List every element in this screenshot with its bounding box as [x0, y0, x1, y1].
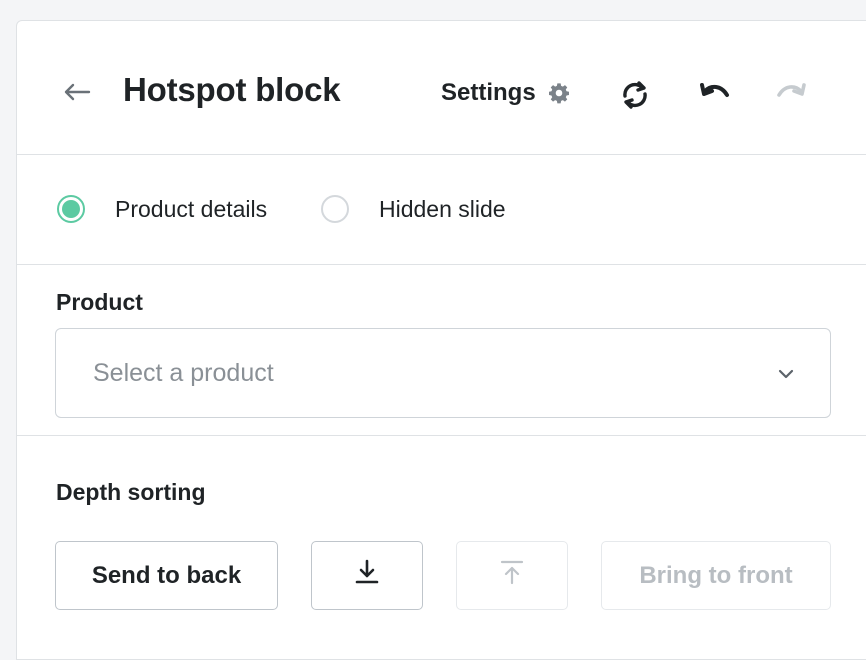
send-to-back-button[interactable]: Send to back — [55, 541, 278, 610]
refresh-icon[interactable] — [617, 77, 653, 113]
send-to-back-label: Send to back — [91, 561, 242, 589]
bring-forward-button[interactable] — [456, 541, 568, 610]
send-backward-button[interactable] — [311, 541, 423, 610]
product-label: Product — [56, 289, 143, 315]
depth-sorting-label: Depth sorting — [56, 479, 206, 505]
bring-to-front-button[interactable]: Bring to front — [601, 541, 831, 610]
arrow-left-icon[interactable] — [61, 76, 93, 108]
product-select[interactable]: Select a product — [55, 328, 831, 418]
radio-hidden-slide[interactable]: Hidden slide — [321, 195, 506, 223]
settings-button[interactable]: Settings — [441, 79, 570, 107]
select-placeholder: Select a product — [93, 359, 274, 387]
radio-checked-icon — [57, 195, 85, 223]
radio-label: Product details — [115, 195, 268, 222]
product-section: Product Select a product — [17, 265, 866, 436]
bring-to-front-label: Bring to front — [639, 561, 793, 589]
bring-forward-icon — [496, 556, 528, 595]
settings-label: Settings — [441, 79, 536, 106]
redo-icon[interactable] — [773, 77, 809, 113]
gear-icon — [548, 82, 570, 104]
page-title: Hotspot block — [123, 71, 341, 108]
depth-sorting-section: Depth sorting Send to back Bring to fron… — [17, 436, 866, 656]
panel-header: Hotspot block Settings — [17, 21, 866, 155]
undo-icon[interactable] — [697, 77, 733, 113]
radio-product-details[interactable]: Product details — [57, 195, 267, 223]
chevron-down-icon — [776, 364, 796, 384]
slide-type-section: Product details Hidden slide — [17, 155, 866, 265]
radio-unchecked-icon — [321, 195, 349, 223]
send-backward-icon — [351, 556, 383, 595]
hotspot-block-panel: Hotspot block Settings Product details H… — [16, 20, 866, 660]
radio-label: Hidden slide — [379, 195, 506, 222]
